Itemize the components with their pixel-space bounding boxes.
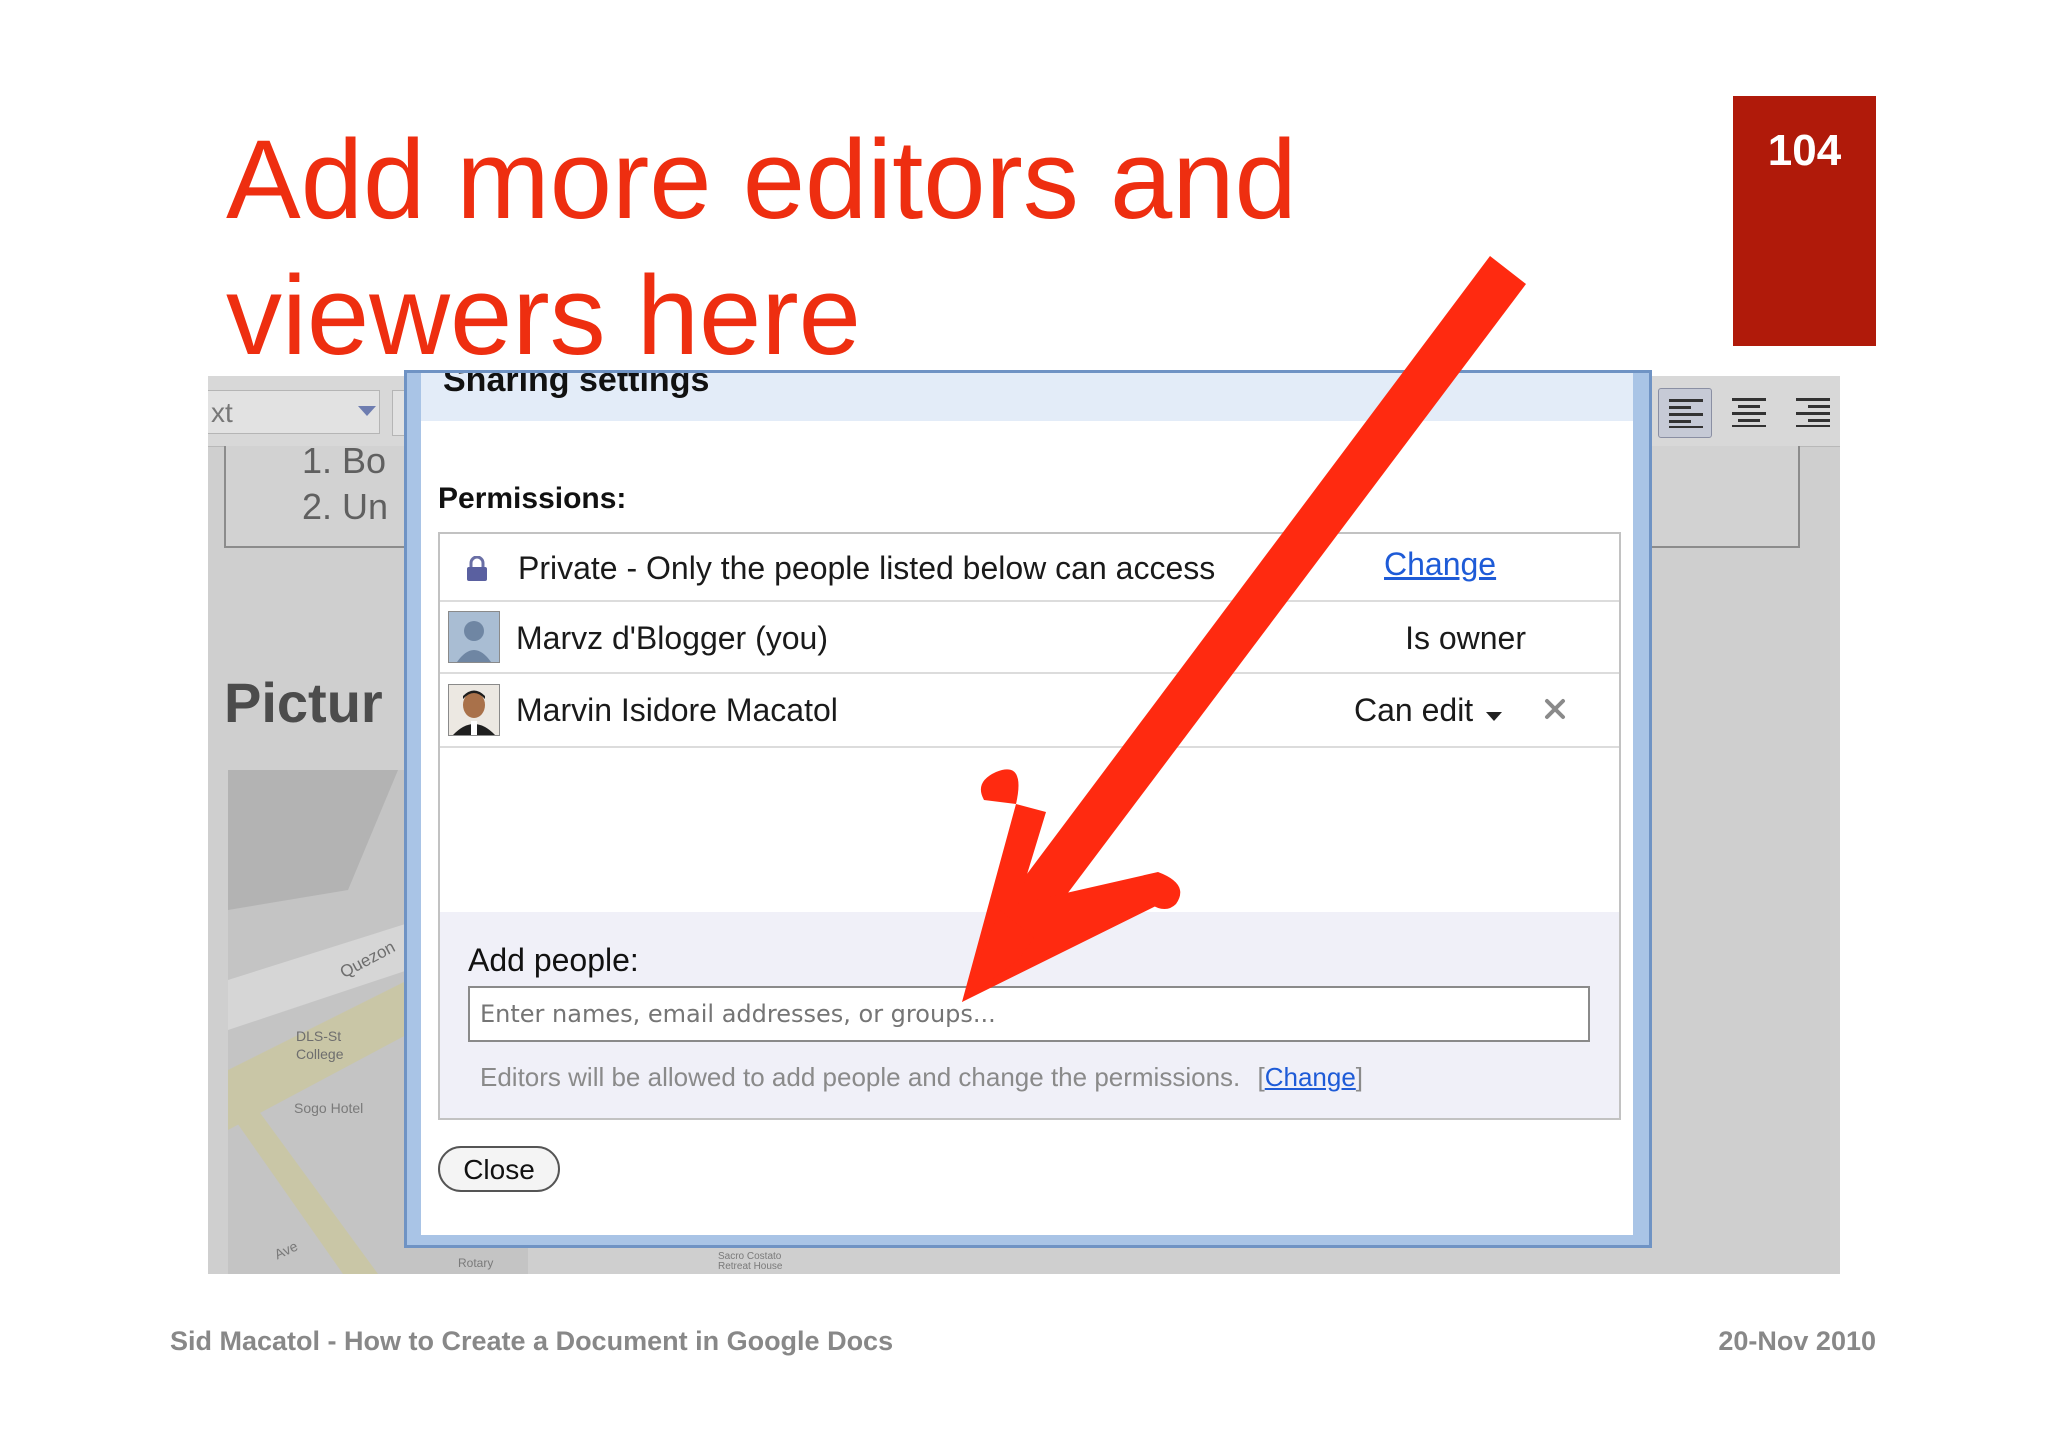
editor-name: Marvin Isidore Macatol	[516, 692, 838, 728]
permission-row-editor: Marvin Isidore Macatol Can edit	[440, 674, 1619, 748]
map-label: Sacro Costato Retreat House	[718, 1251, 783, 1272]
align-right-button[interactable]	[1786, 388, 1840, 438]
permission-row-owner: Marvz d'Blogger (you) Is owner	[440, 602, 1619, 674]
page-number: 104	[1767, 126, 1842, 175]
editor-role-label: Can edit	[1354, 692, 1474, 728]
person-placeholder-icon	[449, 612, 499, 662]
editors-note-text: Editors will be allowed to add people an…	[480, 1062, 1241, 1092]
align-center-button[interactable]	[1722, 388, 1776, 438]
chevron-down-icon	[1485, 712, 1502, 722]
owner-role: Is owner	[1405, 620, 1526, 656]
add-people-section: Add people: Editors will be allowed to a…	[440, 912, 1619, 1118]
visibility-text: Private - Only the people listed below c…	[518, 550, 1216, 586]
align-left-button[interactable]	[1658, 388, 1712, 438]
align-left-icon	[1669, 399, 1703, 428]
footer-date: 20-Nov 2010	[1718, 1326, 1876, 1356]
list-item: 2. Un	[302, 486, 389, 527]
footer-presentation-title: Sid Macatol - How to Create a Document i…	[170, 1326, 894, 1356]
map-label: Sogo Hotel	[294, 1100, 364, 1116]
permissions-label: Permissions:	[438, 482, 627, 515]
chevron-down-icon	[358, 406, 376, 416]
map-label: DLS-St	[296, 1028, 342, 1044]
bracket-open: [	[1257, 1062, 1265, 1092]
document-heading: Pictur	[224, 671, 383, 734]
map-label: Rotary	[458, 1256, 494, 1270]
remove-person-icon[interactable]	[1544, 698, 1566, 720]
permissions-table: Private - Only the people listed below c…	[438, 532, 1621, 1120]
slide-title: Add more editors and viewers here	[226, 117, 1297, 378]
editor-role-dropdown[interactable]: Can edit	[1354, 692, 1502, 729]
bracket-close: ]	[1355, 1062, 1364, 1092]
align-center-icon	[1732, 398, 1766, 427]
dialog-title: Sharing settings	[443, 373, 710, 399]
person-photo-icon	[449, 685, 499, 735]
dialog-header: Sharing settings	[421, 373, 1633, 421]
font-select[interactable]: xt	[208, 390, 380, 434]
change-editor-permissions-link[interactable]: Change	[1265, 1062, 1356, 1092]
permission-row-visibility: Private - Only the people listed below c…	[440, 534, 1619, 602]
change-visibility-link[interactable]: Change	[1384, 546, 1496, 583]
owner-name: Marvz d'Blogger (you)	[516, 620, 828, 656]
avatar	[448, 611, 500, 663]
lock-icon	[467, 556, 487, 581]
close-button[interactable]: Close	[438, 1146, 560, 1192]
map-label: College	[296, 1046, 344, 1062]
avatar	[448, 684, 500, 736]
editors-permission-note: Editors will be allowed to add people an…	[480, 1062, 1363, 1093]
add-people-input[interactable]	[468, 986, 1590, 1042]
list-item: 1. Bo	[302, 440, 387, 481]
align-right-icon	[1796, 398, 1830, 427]
add-people-label: Add people:	[468, 942, 639, 978]
